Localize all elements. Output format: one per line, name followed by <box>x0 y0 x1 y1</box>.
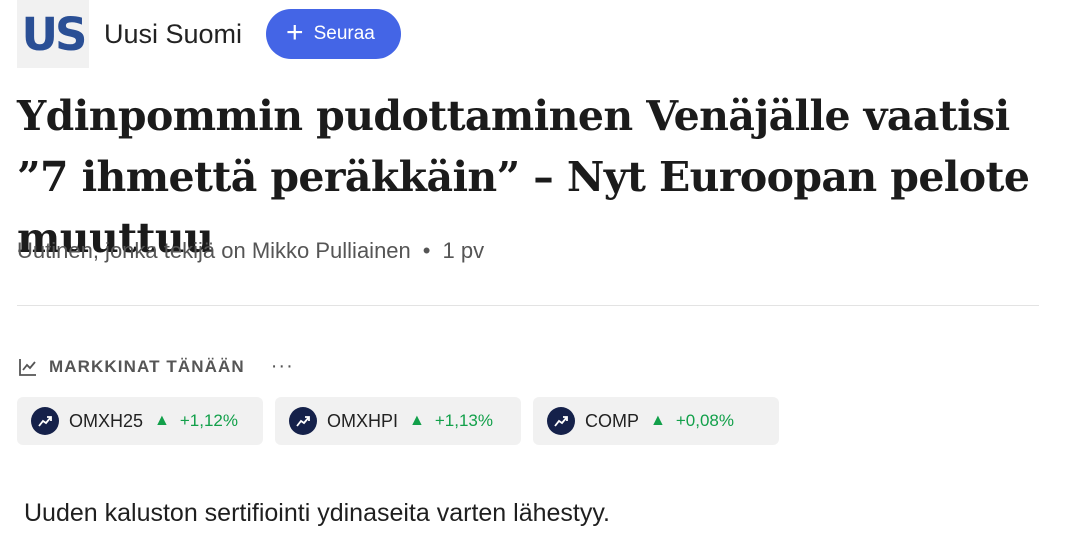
ticker-list: OMXH25 ▲ +1,12% OMXHPI ▲ +1,13% COMP ▲ +… <box>17 397 779 445</box>
byline-separator: • <box>422 238 431 263</box>
stock-chart-icon <box>31 407 59 435</box>
markets-header: MARKKINAT TÄNÄÄN ··· <box>17 355 294 378</box>
article-header: US Uusi Suomi + Seuraa <box>17 0 401 68</box>
article-lead: Uuden kaluston sertifiointi ydinaseita v… <box>24 499 610 527</box>
ticker-omxh25[interactable]: OMXH25 ▲ +1,12% <box>17 397 263 445</box>
ticker-symbol: OMXHPI <box>327 410 399 431</box>
stock-chart-icon <box>547 407 575 435</box>
ticker-change: +1,13% <box>434 411 493 430</box>
publisher-name[interactable]: Uusi Suomi <box>104 19 242 50</box>
ticker-comp[interactable]: COMP ▲ +0,08% <box>533 397 779 445</box>
follow-button[interactable]: + Seuraa <box>266 9 401 59</box>
publisher-logo[interactable]: US <box>17 0 89 68</box>
author-line[interactable]: Uutinen, jonka tekijä on Mikko Pulliaine… <box>17 238 411 264</box>
follow-button-label: Seuraa <box>313 23 375 44</box>
more-options-icon[interactable]: ··· <box>271 355 294 378</box>
ticker-symbol: OMXH25 <box>69 410 144 431</box>
up-arrow-icon: ▲ <box>650 412 666 429</box>
plus-icon: + <box>286 15 304 49</box>
stock-chart-icon <box>289 407 317 435</box>
ticker-omxhpi[interactable]: OMXHPI ▲ +1,13% <box>275 397 521 445</box>
article-byline: Uutinen, jonka tekijä on Mikko Pulliaine… <box>17 238 484 264</box>
ticker-symbol: COMP <box>585 410 639 431</box>
divider <box>17 305 1039 306</box>
chart-line-icon <box>19 358 36 376</box>
up-arrow-icon: ▲ <box>154 412 170 429</box>
markets-title: MARKKINAT TÄNÄÄN <box>49 356 245 376</box>
ticker-change: +0,08% <box>675 411 734 430</box>
up-arrow-icon: ▲ <box>409 412 425 429</box>
publish-time: 1 pv <box>442 238 485 263</box>
ticker-change: +1,12% <box>179 411 239 430</box>
